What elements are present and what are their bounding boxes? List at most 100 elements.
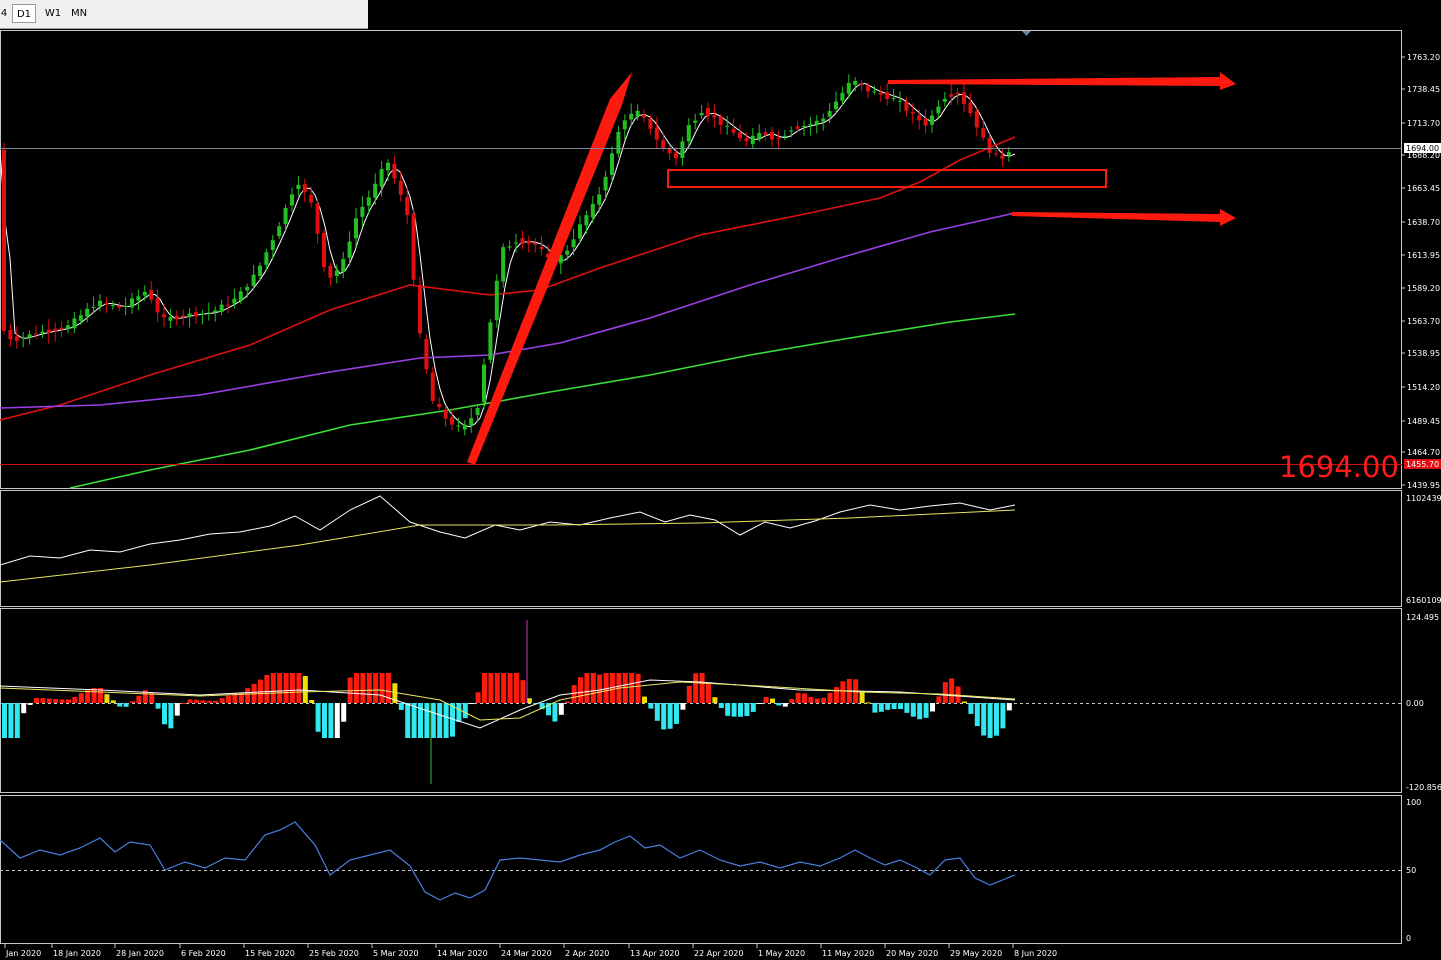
candle-body	[642, 115, 646, 118]
macd-bar	[718, 703, 724, 709]
candle-body	[411, 213, 416, 280]
date-tick-label: 25 Feb 2020	[309, 949, 359, 958]
macd-bar	[878, 703, 884, 712]
candle-body	[1000, 155, 1005, 159]
macd-bar	[136, 695, 142, 703]
date-tick-label: 28 Jan 2020	[116, 949, 164, 958]
candle-body	[155, 298, 160, 313]
candle-body	[622, 120, 627, 130]
macd-bar	[507, 673, 513, 703]
candle-body	[699, 112, 704, 116]
candle-body	[597, 194, 602, 205]
candle-body	[181, 315, 186, 318]
date-tick-label: Jan 2020	[5, 949, 41, 958]
candle-body	[66, 325, 70, 329]
candle-body	[629, 113, 634, 120]
volume-obv-lines	[0, 495, 1016, 583]
candle-body	[648, 118, 653, 129]
candle-body	[866, 85, 870, 92]
macd-bar	[66, 699, 71, 703]
candle-body	[942, 98, 947, 102]
candle-body	[680, 141, 685, 158]
volume-tick-top: 1102439	[1406, 494, 1441, 503]
price-chart[interactable]: 1763.201738.451713.701688.201663.451638.…	[0, 0, 1441, 960]
candle-body	[136, 296, 141, 301]
macd-bar	[776, 703, 782, 706]
candle-body	[667, 148, 672, 154]
rsi-tick-bottom: 0	[1406, 934, 1411, 943]
macd-bar	[130, 701, 135, 703]
candle-body	[226, 304, 230, 306]
macd-bar	[648, 703, 654, 709]
macd-bar	[309, 700, 315, 703]
date-tick-label: 2 Apr 2020	[565, 949, 609, 958]
candle-body	[482, 364, 486, 403]
macd-bar	[949, 678, 955, 703]
candle-body	[130, 298, 134, 308]
macd-bar	[283, 673, 289, 703]
macd-bar	[200, 700, 206, 703]
macd-bar	[827, 692, 833, 703]
macd-bar	[258, 679, 263, 703]
macd-bar	[59, 699, 65, 703]
macd-bar	[520, 680, 526, 703]
candle-body	[635, 110, 640, 117]
price-axis: 1763.201738.451713.701688.201663.451638.…	[1402, 53, 1440, 490]
macd-bar	[686, 685, 692, 703]
macd-bar	[290, 673, 295, 703]
macd-bar	[245, 688, 251, 703]
candle-body	[168, 317, 173, 321]
candle-body	[654, 127, 659, 140]
date-tick-label: 5 Mar 2020	[373, 949, 419, 958]
macd-bar	[597, 674, 603, 703]
candle-body	[539, 246, 544, 250]
macd-bar	[469, 703, 475, 704]
candle-body	[21, 337, 26, 339]
macd-bar	[110, 700, 116, 703]
candle-body	[834, 101, 838, 110]
candle-body	[238, 291, 243, 301]
candle-body	[2, 149, 6, 331]
candle-body	[533, 243, 538, 245]
macd-bar	[629, 673, 635, 703]
candle-body	[725, 125, 730, 127]
candle-body	[187, 313, 192, 317]
candle-body	[302, 184, 307, 192]
rsi-line	[0, 821, 1016, 901]
macd-bar	[514, 673, 519, 703]
date-tick-label: 8 Jun 2020	[1014, 949, 1057, 958]
candle-body	[347, 241, 352, 258]
obv-signal-line	[0, 509, 1016, 583]
price-tick-label: 1589.20	[1407, 284, 1440, 293]
candle-body	[981, 128, 986, 138]
macd-bar	[821, 697, 827, 703]
price-tick-label: 1638.70	[1407, 218, 1440, 227]
macd-bar	[46, 698, 52, 703]
candle-body	[917, 115, 922, 121]
macd-bar	[712, 697, 718, 703]
candle-body	[334, 270, 339, 276]
candle-body	[898, 100, 902, 102]
macd-bar	[859, 690, 865, 703]
macd-bar	[482, 673, 487, 703]
obv-line	[0, 495, 1016, 566]
candle-body	[366, 197, 371, 206]
candle-body	[251, 274, 256, 286]
candle-body	[462, 424, 467, 430]
candle-body	[283, 207, 288, 225]
macd-bar	[565, 701, 571, 703]
macd-bar	[770, 698, 775, 703]
volume-tick-bottom: 6160109	[1406, 596, 1441, 605]
candle-body	[488, 322, 493, 360]
candle-body	[1006, 152, 1011, 155]
macd-bar	[40, 698, 46, 703]
macd-bar	[8, 703, 14, 738]
macd-bar	[942, 682, 948, 703]
macd-bar	[552, 703, 558, 722]
candle-body	[98, 300, 102, 307]
macd-bar	[802, 693, 807, 703]
candle-body	[795, 126, 800, 129]
candle-body	[936, 106, 941, 114]
candle-body	[782, 135, 787, 137]
volume-panel-frame	[0, 490, 1402, 607]
